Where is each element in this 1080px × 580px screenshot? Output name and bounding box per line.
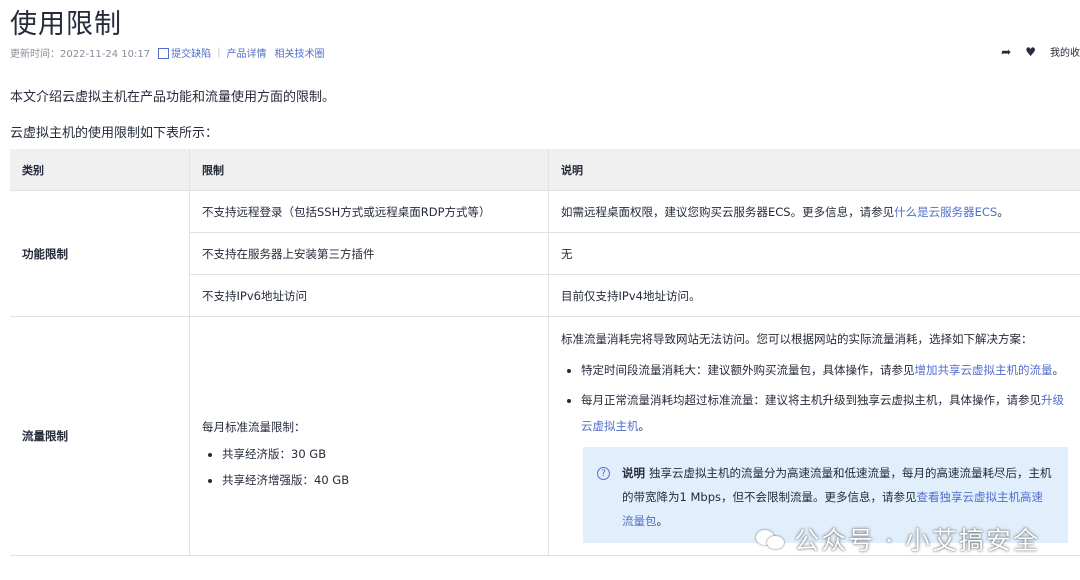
category-traffic: 流量限制 xyxy=(10,316,190,556)
limit-cell: 不支持在服务器上安装第三方插件 xyxy=(189,232,549,275)
desc-text: 如需远程桌面权限，建议您购买云服务器ECS。更多信息，请参见 xyxy=(561,204,895,219)
limit-cell: 不支持IPv6地址访问 xyxy=(189,274,549,317)
watermark-text: 公众号 · 小艾搞安全 xyxy=(794,526,1040,555)
note-suffix: 。 xyxy=(656,514,669,528)
intro-text: 本文介绍云虚拟主机在产品功能和流量使用方面的限制。 xyxy=(10,90,336,105)
desc-cell: 如需远程桌面权限，建议您购买云服务器ECS。更多信息，请参见什么是云服务器ECS… xyxy=(548,190,1080,233)
header-limit: 限制 xyxy=(189,149,549,191)
ecs-link[interactable]: 什么是云服务器ECS xyxy=(894,205,997,219)
table-intro: 云虚拟主机的使用限制如下表所示： xyxy=(10,126,219,141)
page-meta: 更新时间：2022-11-24 10:17 提交缺陷 | 产品详情 相关技术圈 xyxy=(10,45,325,60)
limit-cell-traffic: 每月标准流量限制： 共享经济版：30 GB 共享经济增强版：40 GB xyxy=(189,316,549,556)
share-icon[interactable]: ➦ xyxy=(1001,45,1011,59)
desc-suffix: 。 xyxy=(997,204,1009,219)
meta-divider: | xyxy=(217,47,221,58)
related-forum-link[interactable]: 相关技术圈 xyxy=(275,45,325,60)
favorites-link[interactable]: 我的收 xyxy=(1050,44,1080,59)
limits-table: 类别 限制 说明 功能限制 不支持远程登录（包括SSH方式或远程桌面RDP方式等… xyxy=(10,149,1080,556)
desc-cell-traffic: 标准流量消耗完将导致网站无法访问。您可以根据网站的实际流量消耗，选择如下解决方案… xyxy=(548,316,1080,556)
bullet-suffix: 。 xyxy=(1052,363,1065,377)
desc-cell: 目前仅支持IPv4地址访问。 xyxy=(548,274,1080,317)
page-title: 使用限制 xyxy=(10,9,122,40)
table-row: 流量限制 每月标准流量限制： 共享经济版：30 GB 共享经济增强版：40 GB… xyxy=(10,316,1080,556)
heart-icon[interactable]: ♥ xyxy=(1025,45,1036,59)
solution-list: 特定时间段流量消耗大：建议额外购买流量包，具体操作，请参见增加共享云虚拟主机的流… xyxy=(561,357,1068,439)
list-item: 共享经济版：30 GB xyxy=(222,441,536,467)
table-row: 功能限制 不支持远程登录（包括SSH方式或远程桌面RDP方式等） 如需远程桌面权… xyxy=(10,190,1080,317)
bullet-suffix: 。 xyxy=(638,419,651,433)
bullet-text: 特定时间段流量消耗大：建议额外购买流量包，具体操作，请参见 xyxy=(581,363,915,377)
bullet-text: 每月正常流量消耗均超过标准流量：建议将主机升级到独享云虚拟主机，具体操作，请参见 xyxy=(581,393,1041,407)
list-item: 每月正常流量消耗均超过标准流量：建议将主机升级到独享云虚拟主机，具体操作，请参见… xyxy=(581,387,1068,439)
limit-list: 共享经济版：30 GB 共享经济增强版：40 GB xyxy=(202,441,536,493)
list-item: 共享经济增强版：40 GB xyxy=(222,467,536,493)
watermark: 公众号 · 小艾搞安全 xyxy=(756,521,1040,557)
header-category: 类别 xyxy=(10,149,190,191)
page-tools: ➦ ♥ 我的收 xyxy=(1001,44,1080,60)
category-func: 功能限制 xyxy=(10,190,190,317)
edit-icon xyxy=(158,48,170,59)
wechat-icon xyxy=(756,528,786,550)
note-label: 说明 xyxy=(622,466,645,480)
limit-cell: 不支持远程登录（包括SSH方式或远程桌面RDP方式等） xyxy=(189,190,549,233)
desc-intro: 标准流量消耗完将导致网站无法访问。您可以根据网站的实际流量消耗，选择如下解决方案… xyxy=(561,332,1033,346)
list-item: 特定时间段流量消耗大：建议额外购买流量包，具体操作，请参见增加共享云虚拟主机的流… xyxy=(581,357,1068,383)
submit-bug-link[interactable]: 提交缺陷 xyxy=(171,45,211,60)
header-description: 说明 xyxy=(548,149,1080,191)
desc-cell: 无 xyxy=(548,232,1080,275)
limit-title: 每月标准流量限制： xyxy=(202,420,306,434)
question-icon: ? xyxy=(597,467,610,480)
updated-time: 更新时间：2022-11-24 10:17 xyxy=(10,49,151,60)
product-details-link[interactable]: 产品详情 xyxy=(227,45,267,60)
add-traffic-link[interactable]: 增加共享云虚拟主机的流量 xyxy=(915,363,1053,377)
